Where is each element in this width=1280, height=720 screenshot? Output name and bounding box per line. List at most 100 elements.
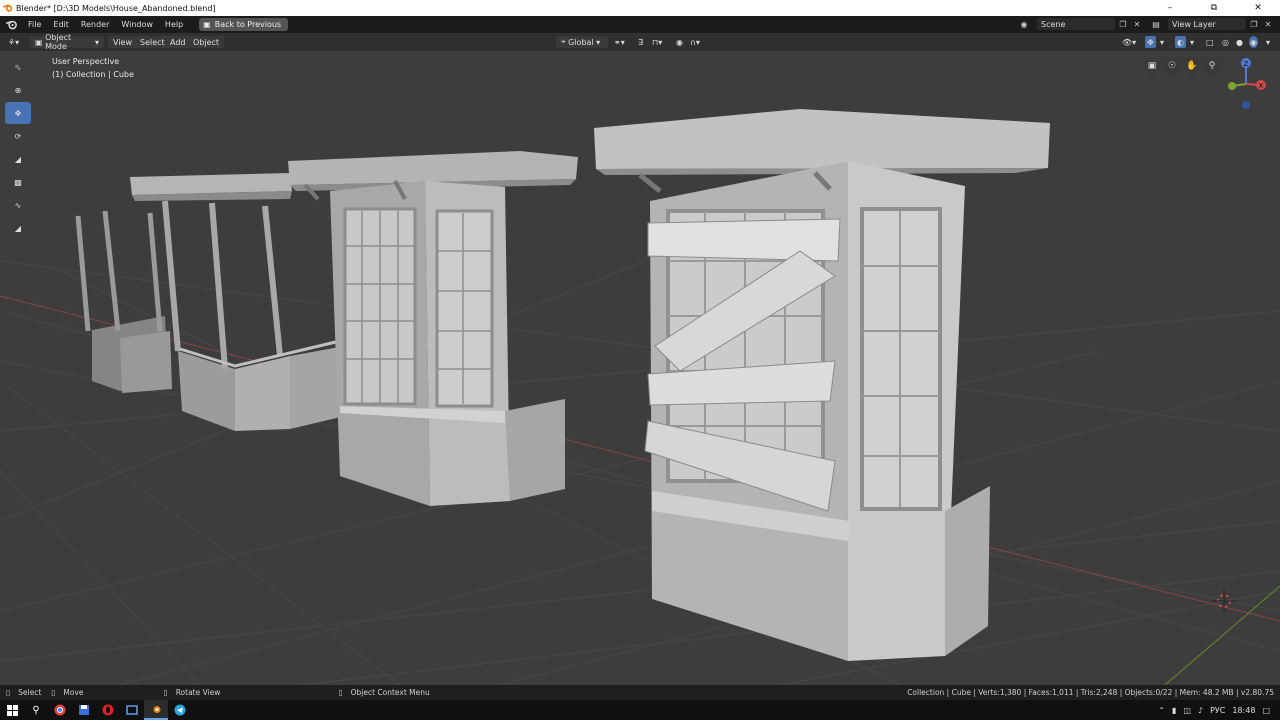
measure-tool-icon[interactable]: ◢ [5, 217, 31, 239]
telegram-icon[interactable] [168, 700, 192, 720]
menu-file[interactable]: File [22, 20, 47, 29]
delete-view-layer-icon[interactable]: ✕ [1262, 18, 1274, 30]
blender-taskbar-icon[interactable] [144, 700, 168, 720]
move-tool-icon[interactable]: ✥ [5, 102, 31, 124]
solid-shading-icon[interactable]: ● [1236, 36, 1243, 48]
booth-near [594, 109, 1050, 661]
snap-target-icon[interactable]: ⊓▾ [652, 36, 662, 48]
menu-window[interactable]: Window [115, 20, 159, 29]
editor-type-dropdown[interactable]: ⚘▾ [8, 36, 19, 48]
mouse-left-icon: ▯ [6, 688, 11, 697]
falloff-icon[interactable]: ∩▾ [690, 36, 700, 48]
rotate-tool-icon[interactable]: ⟳ [5, 125, 31, 147]
notifications-icon[interactable]: □ [1262, 706, 1270, 715]
snap-icon[interactable]: ∃ [638, 36, 643, 48]
chevron-down-icon: ▾ [593, 37, 601, 47]
wireframe-shading-icon[interactable]: ◎ [1222, 36, 1229, 48]
visibility-icon[interactable]: 👁▾ [1122, 36, 1136, 48]
mouse-right-icon: ▯ [163, 688, 168, 697]
gizmo-toggle-icon[interactable]: ✥ [1145, 36, 1156, 48]
menu-render[interactable]: Render [75, 20, 115, 29]
chrome-icon[interactable] [48, 700, 72, 720]
windows-start-icon[interactable] [0, 700, 24, 720]
status-bar: ▯ Select ▯ Move ▯ Rotate View ▯ Object C… [0, 685, 1280, 700]
pan-hand-icon[interactable]: ✋ [1183, 57, 1201, 75]
delete-scene-icon[interactable]: ✕ [1131, 18, 1143, 30]
clock[interactable]: 18:48 [1232, 706, 1255, 715]
tool-shelf: ⬁ ⊕ ✥ ⟳ ◢ ▩ ∿ ◢ [5, 56, 32, 240]
status-select: Select [18, 688, 42, 697]
x-axis-line [0, 295, 1280, 622]
orientation-icon: ⌖ [561, 37, 569, 46]
blender-menu-icon[interactable] [0, 19, 22, 30]
select-box-icon[interactable]: ⬁ [5, 56, 31, 78]
gizmo-x-label: X [1259, 82, 1264, 90]
zoom-icon[interactable]: ⚲ [1203, 57, 1221, 75]
cursor-tool-icon[interactable]: ⊕ [5, 79, 31, 101]
menu-edit[interactable]: Edit [47, 20, 75, 29]
transform-tool-icon[interactable]: ▩ [5, 171, 31, 193]
overlays-toggle-icon[interactable]: ◐ [1175, 36, 1186, 48]
scene-icon[interactable]: ◉ [1018, 18, 1030, 30]
add-menu[interactable]: Add [165, 36, 191, 48]
window-title: Blender* [D:\3D Models\House_Abandoned.b… [3, 3, 216, 13]
screen-icon: ▣ [203, 20, 211, 29]
volume-icon[interactable]: ♪ [1198, 706, 1203, 715]
title-bar: Blender* [D:\3D Models\House_Abandoned.b… [0, 0, 1280, 16]
object-menu[interactable]: Object [188, 36, 225, 48]
opera-icon[interactable] [96, 700, 120, 720]
shading-dropdown-icon[interactable]: ▾ [1266, 36, 1270, 48]
view-menu[interactable]: View [108, 36, 137, 48]
close-button[interactable]: ✕ [1236, 0, 1280, 16]
minimize-button[interactable]: – [1148, 0, 1192, 16]
navigation-gizmo[interactable]: Z X [1220, 54, 1280, 114]
status-move: Move [63, 688, 84, 697]
gizmo-z-label: Z [1244, 60, 1249, 68]
save-icon[interactable] [72, 700, 96, 720]
tablet-icon[interactable] [120, 700, 144, 720]
battery-icon[interactable]: ▮ [1172, 706, 1176, 715]
maximize-button[interactable]: ⧉ [1192, 0, 1236, 16]
mode-dropdown[interactable]: ▣ Object Mode ▾ [30, 33, 104, 51]
3d-viewport[interactable]: Z X [0, 51, 1280, 685]
mode-label: Object Mode [45, 33, 72, 51]
title-text: Blender* [D:\3D Models\House_Abandoned.b… [16, 3, 216, 13]
viewport-collection-label: (1) Collection | Cube [52, 70, 134, 79]
new-scene-icon[interactable]: ❐ [1117, 18, 1129, 30]
scale-tool-icon[interactable]: ◢ [5, 148, 31, 170]
mouse-context-icon: ▯ [338, 688, 343, 697]
scene-statistics: Collection | Cube | Verts:1,380 | Faces:… [907, 688, 1274, 697]
tray-chevron-up-icon[interactable]: ⌃ [1158, 706, 1165, 715]
view-layer-field[interactable]: View Layer [1168, 18, 1246, 30]
xray-icon[interactable]: □ [1206, 36, 1214, 48]
new-view-layer-icon[interactable]: ❐ [1248, 18, 1260, 30]
object-mode-icon: ▣ [35, 37, 46, 47]
menu-help[interactable]: Help [159, 20, 189, 29]
pivot-point-icon[interactable]: ⚭▾ [614, 36, 625, 48]
material-shading-icon[interactable]: ◉ [1249, 36, 1258, 48]
gizmo-dropdown-icon[interactable]: ▾ [1160, 36, 1164, 48]
chevron-down-icon: ▾ [92, 37, 99, 47]
language-indicator[interactable]: РУС [1210, 706, 1225, 715]
overlays-dropdown-icon[interactable]: ▾ [1190, 36, 1194, 48]
scene-field[interactable]: Scene [1037, 18, 1115, 30]
view-layer-icon[interactable]: ▤ [1150, 18, 1162, 30]
viewport-perspective-label: User Perspective [52, 57, 120, 66]
booth-third [288, 151, 578, 506]
windows-taskbar: ⚲ ⌃ ▮ ◫ ♪ РУС 18:48 □ [0, 700, 1280, 720]
annotate-tool-icon[interactable]: ∿ [5, 194, 31, 216]
back-label: Back to Previous [214, 20, 282, 29]
viewport-scene [0, 109, 1280, 685]
camera-view-icon[interactable]: ☉ [1163, 57, 1181, 75]
back-to-previous-button[interactable]: ▣ Back to Previous [199, 18, 289, 31]
proportional-edit-icon[interactable]: ◉ [676, 36, 683, 48]
status-rotate: Rotate View [175, 688, 221, 697]
blender-logo-icon [3, 4, 13, 12]
toggle-camera-icon[interactable]: ▣ [1143, 57, 1161, 75]
mouse-middle-icon: ▯ [51, 688, 56, 697]
status-context: Object Context Menu [350, 688, 430, 697]
transform-orientation-dropdown[interactable]: ⌖ Global ▾ [556, 36, 608, 48]
search-icon[interactable]: ⚲ [24, 700, 48, 720]
network-icon[interactable]: ◫ [1183, 706, 1191, 715]
blender-window: Blender* [D:\3D Models\House_Abandoned.b… [0, 0, 1280, 720]
